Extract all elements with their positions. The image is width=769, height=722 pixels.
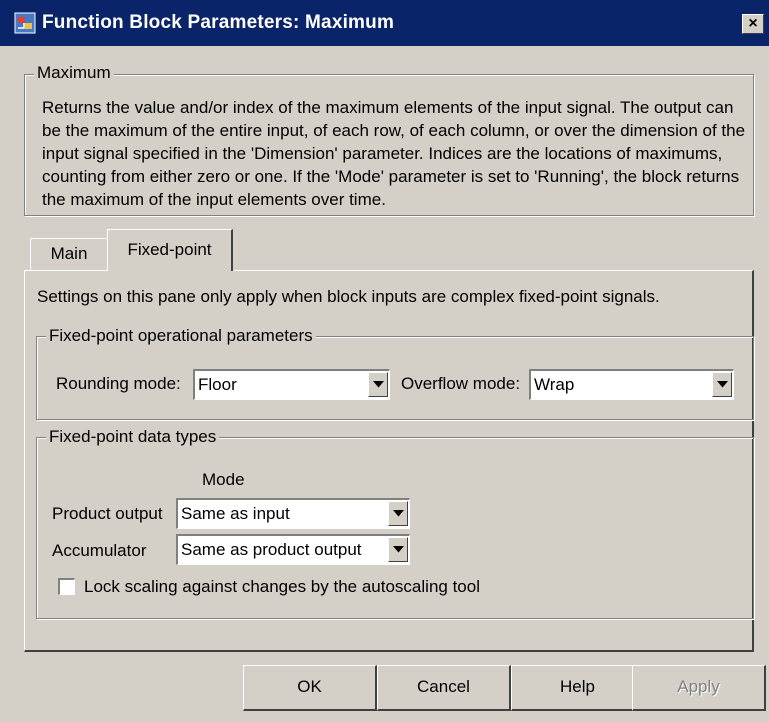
accumulator-select[interactable]: Same as product output bbox=[176, 534, 410, 565]
product-output-value: Same as input bbox=[181, 504, 290, 523]
window-title: Function Block Parameters: Maximum bbox=[42, 12, 395, 33]
overflow-mode-select[interactable]: Wrap bbox=[529, 369, 734, 400]
cancel-button[interactable]: Cancel bbox=[377, 665, 511, 711]
overflow-mode-label: Overflow mode: bbox=[401, 374, 521, 393]
accumulator-label: Accumulator bbox=[52, 541, 147, 560]
chevron-down-icon[interactable] bbox=[388, 501, 408, 526]
accumulator-value: Same as product output bbox=[181, 540, 362, 559]
rounding-mode-label: Rounding mode: bbox=[56, 374, 181, 393]
product-output-select[interactable]: Same as input bbox=[176, 498, 410, 529]
pane-note: Settings on this pane only apply when bl… bbox=[37, 287, 660, 306]
title-bar: Function Block Parameters: Maximum × bbox=[0, 0, 769, 46]
chevron-down-icon[interactable] bbox=[712, 372, 732, 397]
overflow-mode-value: Wrap bbox=[534, 375, 575, 394]
block-name-legend: Maximum bbox=[34, 63, 114, 83]
rounding-mode-select[interactable]: Floor bbox=[193, 369, 390, 400]
operational-parameters-legend: Fixed-point operational parameters bbox=[46, 326, 316, 346]
block-description: Returns the value and/or index of the ma… bbox=[42, 98, 746, 209]
apply-button-label: Apply bbox=[677, 677, 720, 696]
close-button[interactable]: × bbox=[742, 14, 764, 34]
product-output-label: Product output bbox=[52, 504, 163, 523]
lock-scaling-checkbox[interactable] bbox=[58, 578, 75, 595]
lock-scaling-label: Lock scaling against changes by the auto… bbox=[84, 577, 480, 596]
close-icon: × bbox=[748, 15, 758, 32]
help-button-label: Help bbox=[560, 677, 595, 696]
mode-column-header: Mode bbox=[202, 470, 245, 489]
help-button[interactable]: Help bbox=[511, 665, 645, 711]
chevron-down-icon[interactable] bbox=[368, 372, 388, 397]
tab-fixed-point-label: Fixed-point bbox=[127, 240, 212, 259]
simulink-block-icon bbox=[14, 12, 36, 34]
tab-fixed-point[interactable]: Fixed-point bbox=[107, 229, 233, 271]
apply-button[interactable]: Apply bbox=[632, 665, 766, 711]
data-types-legend: Fixed-point data types bbox=[46, 427, 220, 447]
chevron-down-icon[interactable] bbox=[388, 537, 408, 562]
ok-button-label: OK bbox=[297, 677, 322, 696]
ok-button[interactable]: OK bbox=[243, 665, 377, 711]
rounding-mode-value: Floor bbox=[198, 375, 237, 394]
tab-main[interactable]: Main bbox=[30, 238, 108, 270]
tab-main-label: Main bbox=[50, 244, 88, 263]
cancel-button-label: Cancel bbox=[417, 677, 470, 696]
